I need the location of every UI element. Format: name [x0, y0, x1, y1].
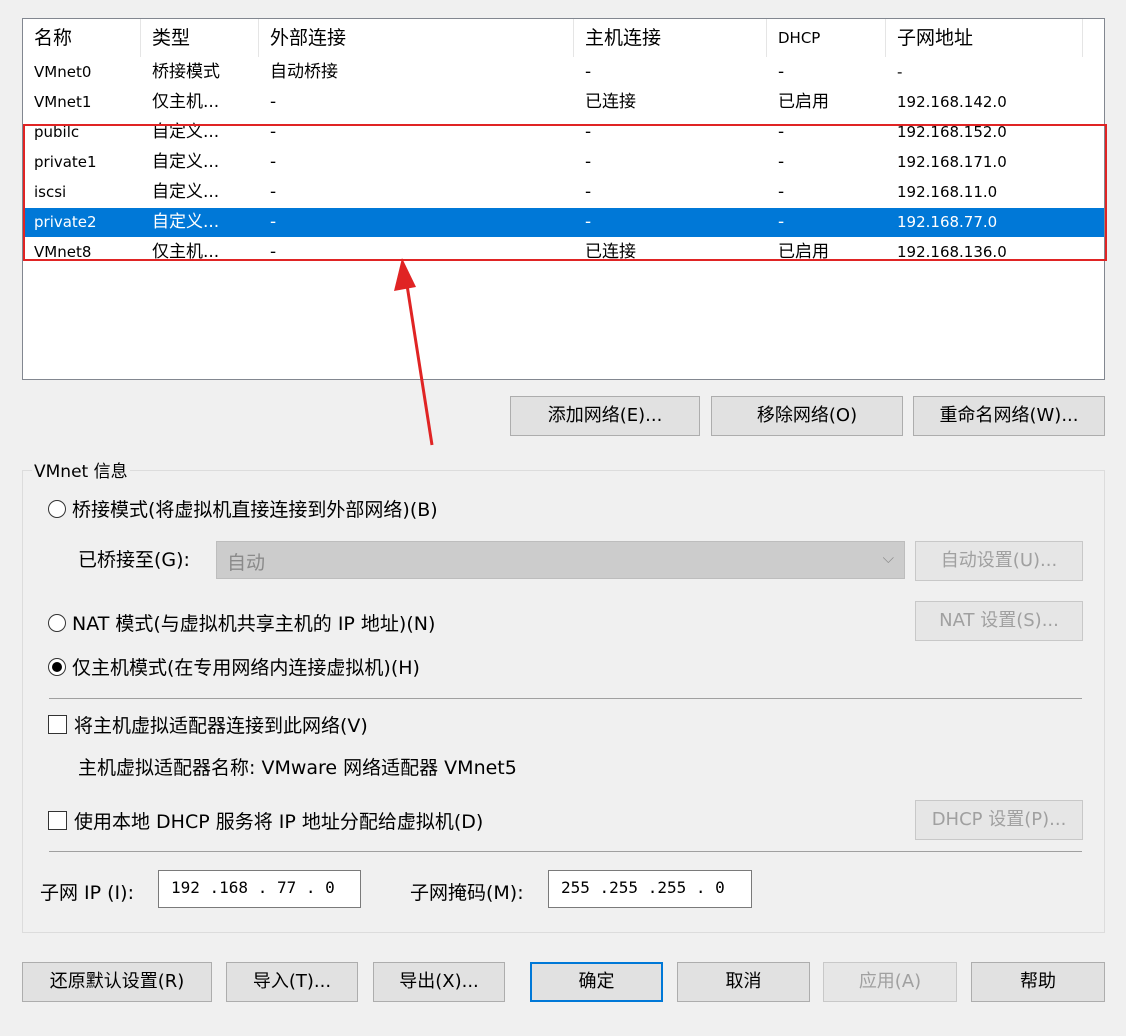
vmnet-info-legend: VMnet 信息: [32, 457, 130, 482]
col-header-subnet[interactable]: 子网地址: [886, 19, 1083, 57]
table-cell-host: 已连接: [585, 92, 636, 112]
rename-network-button[interactable]: 重命名网络(W)...: [913, 396, 1105, 436]
col-header-name[interactable]: 名称: [23, 19, 141, 57]
bridge-mode-label[interactable]: 桥接模式(将虚拟机直接连接到外部网络)(B): [72, 495, 438, 522]
bridged-to-select[interactable]: 自动 ⌵: [216, 541, 905, 579]
table-cell-type: 自定义...: [152, 122, 220, 142]
col-header-dhcp[interactable]: DHCP: [767, 19, 886, 57]
table-row[interactable]: private1 自定义... - - - 192.168.171.0: [23, 148, 1104, 177]
table-cell-dhcp: -: [778, 182, 785, 202]
network-list[interactable]: 名称 类型 外部连接 主机连接 DHCP 子网地址 VMnet0 桥接模式 自动桥接…: [22, 18, 1105, 380]
nat-settings-button[interactable]: NAT 设置(S)...: [915, 601, 1083, 641]
remove-network-button[interactable]: 移除网络(O): [711, 396, 903, 436]
local-dhcp-label[interactable]: 使用本地 DHCP 服务将 IP 地址分配给虚拟机(D): [74, 807, 483, 834]
connect-adapter-checkbox[interactable]: [48, 715, 67, 734]
import-button[interactable]: 导入(T)...: [226, 962, 358, 1002]
table-cell-ext: -: [270, 152, 277, 172]
table-cell-host: -: [585, 212, 592, 232]
table-cell-subnet: -: [897, 63, 903, 81]
table-row[interactable]: VMnet0 桥接模式 自动桥接 - - -: [23, 58, 1104, 87]
vmnet-info-group: [22, 470, 1105, 933]
add-network-button[interactable]: 添加网络(E)...: [510, 396, 700, 436]
local-dhcp-checkbox[interactable]: [48, 811, 67, 830]
table-cell-name: VMnet0: [34, 63, 92, 81]
table-cell-subnet: 192.168.136.0: [897, 243, 1007, 261]
nat-mode-radio[interactable]: [48, 614, 66, 632]
table-cell-dhcp: -: [778, 212, 785, 232]
table-cell-type: 桥接模式: [152, 62, 220, 82]
dhcp-settings-button[interactable]: DHCP 设置(P)...: [915, 800, 1083, 840]
hostonly-mode-label[interactable]: 仅主机模式(在专用网络内连接虚拟机)(H): [72, 653, 420, 680]
table-cell-subnet: 192.168.152.0: [897, 123, 1007, 141]
nat-mode-label[interactable]: NAT 模式(与虚拟机共享主机的 IP 地址)(N): [72, 609, 435, 636]
table-cell-type: 仅主机...: [152, 242, 220, 262]
table-cell-ext: -: [270, 122, 277, 142]
annotation-red-arrow: [394, 258, 434, 446]
table-cell-subnet: 192.168.142.0: [897, 93, 1007, 111]
bridged-to-label: 已桥接至(G):: [78, 549, 190, 571]
table-row[interactable]: pubilc 自定义... - - - 192.168.152.0: [23, 118, 1104, 147]
table-row[interactable]: private2 自定义... - - - 192.168.77.0: [23, 208, 1104, 237]
table-cell-name: private1: [34, 153, 97, 171]
apply-button[interactable]: 应用(A): [823, 962, 957, 1002]
table-cell-ext: -: [270, 182, 277, 202]
table-cell-subnet: 192.168.11.0: [897, 183, 998, 201]
separator: [49, 851, 1082, 852]
col-header-external[interactable]: 外部连接: [259, 19, 574, 57]
table-cell-subnet: 192.168.77.0: [897, 213, 998, 231]
subnet-mask-label: 子网掩码(M):: [410, 882, 524, 904]
col-header-type[interactable]: 类型: [141, 19, 259, 57]
table-cell-ext: -: [270, 212, 277, 232]
bridge-mode-radio[interactable]: [48, 500, 66, 518]
auto-settings-button[interactable]: 自动设置(U)...: [915, 541, 1083, 581]
table-cell-name: private2: [34, 213, 97, 231]
table-row[interactable]: VMnet8 仅主机... - 已连接 已启用 192.168.136.0: [23, 238, 1104, 267]
table-cell-name: pubilc: [34, 123, 80, 141]
table-cell-host: 已连接: [585, 242, 636, 262]
subnet-ip-label: 子网 IP (I):: [40, 882, 134, 904]
ok-button[interactable]: 确定: [530, 962, 663, 1002]
cancel-button[interactable]: 取消: [677, 962, 810, 1002]
bridged-to-value: 自动: [227, 552, 266, 574]
table-cell-name: VMnet1: [34, 93, 92, 111]
table-cell-dhcp: 已启用: [778, 242, 829, 262]
table-cell-dhcp: -: [778, 152, 785, 172]
connect-adapter-label[interactable]: 将主机虚拟适配器连接到此网络(V): [74, 711, 368, 738]
table-cell-type: 自定义...: [152, 182, 220, 202]
table-row[interactable]: VMnet1 仅主机... - 已连接 已启用 192.168.142.0: [23, 88, 1104, 117]
table-cell-host: -: [585, 62, 592, 82]
table-row[interactable]: iscsi 自定义... - - - 192.168.11.0: [23, 178, 1104, 207]
col-header-host[interactable]: 主机连接: [574, 19, 767, 57]
table-cell-subnet: 192.168.171.0: [897, 153, 1007, 171]
table-cell-ext: -: [270, 92, 277, 112]
table-cell-host: -: [585, 152, 592, 172]
table-cell-type: 仅主机...: [152, 92, 220, 112]
table-cell-dhcp: -: [778, 62, 785, 82]
table-cell-host: -: [585, 122, 592, 142]
help-button[interactable]: 帮助: [971, 962, 1105, 1002]
table-cell-ext: -: [270, 242, 277, 262]
hostonly-mode-radio[interactable]: [48, 658, 66, 676]
table-cell-host: -: [585, 182, 592, 202]
restore-defaults-button[interactable]: 还原默认设置(R): [22, 962, 212, 1002]
chevron-down-icon: ⌵: [882, 549, 894, 567]
export-button[interactable]: 导出(X)...: [373, 962, 505, 1002]
table-cell-dhcp: -: [778, 122, 785, 142]
table-cell-ext: 自动桥接: [270, 62, 338, 82]
table-cell-name: VMnet8: [34, 243, 92, 261]
table-cell-type: 自定义...: [152, 152, 220, 172]
subnet-mask-field[interactable]: 255 .255 .255 . 0: [548, 870, 752, 908]
subnet-ip-field[interactable]: 192 .168 . 77 . 0: [158, 870, 361, 908]
table-cell-type: 自定义...: [152, 212, 220, 232]
separator: [49, 698, 1082, 699]
adapter-name-text: 主机虚拟适配器名称: VMware 网络适配器 VMnet5: [78, 757, 517, 779]
table-cell-dhcp: 已启用: [778, 92, 829, 112]
table-cell-name: iscsi: [34, 183, 67, 201]
